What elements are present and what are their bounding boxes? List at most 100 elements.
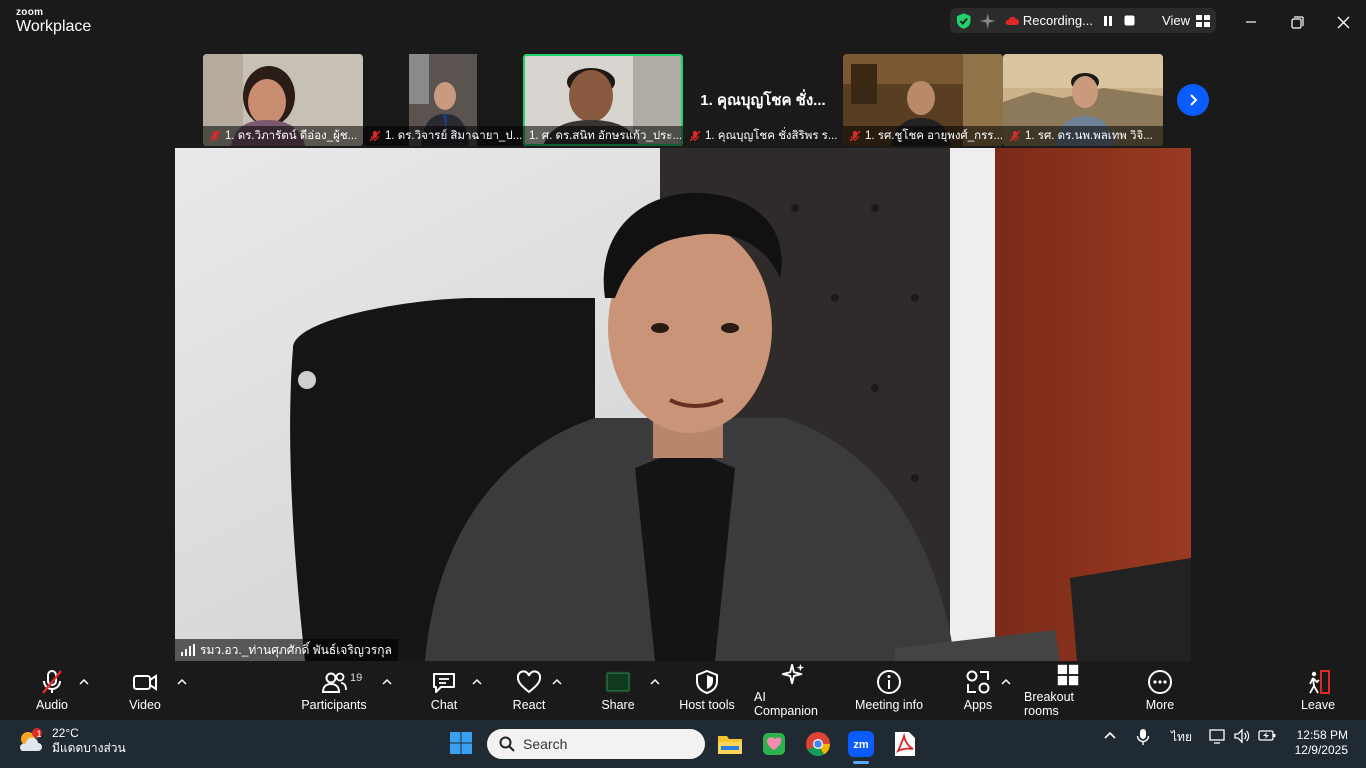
tray-battery[interactable] [1258, 728, 1276, 742]
thumbnail-label: 1. ดร.วิจารย์ สิมาฉายา_ป... [363, 126, 523, 146]
minimize-icon [1246, 21, 1256, 23]
taskbar-photos-app[interactable] [759, 729, 789, 759]
close-button[interactable] [1331, 10, 1355, 34]
participants-options-caret-icon[interactable] [381, 676, 393, 688]
participants-icon [321, 672, 347, 693]
active-app-indicator [853, 761, 869, 764]
apps-options-caret-icon[interactable] [1000, 676, 1012, 688]
thumbnail-label: 1. ศ. ดร.สนิท อักษรแก้ว_ประ... [523, 126, 683, 146]
audio-options-caret-icon[interactable] [78, 676, 90, 688]
thumbnail-label: 1. รศ. ดร.นพ.พลเทพ วิจิ... [1003, 126, 1163, 146]
react-options-caret-icon[interactable] [551, 676, 563, 688]
battery-charging-icon [1258, 730, 1276, 741]
participant-thumbnail[interactable]: 1. รศ. ดร.นพ.พลเทพ วิจิ... [1003, 54, 1163, 146]
taskbar-file-explorer[interactable] [715, 729, 745, 759]
chat-bubble-icon [433, 673, 455, 693]
ai-sparkle-icon[interactable] [979, 12, 996, 30]
tray-network[interactable] [1209, 728, 1227, 744]
thumbnail-label: 1. คุณบุญโชค ชั่งสิริพร ร... [683, 126, 843, 146]
pause-recording-icon[interactable] [1101, 14, 1115, 28]
search-icon [499, 736, 515, 752]
start-button[interactable] [449, 731, 473, 760]
share-options-caret-icon[interactable] [649, 676, 661, 688]
thumbnail-label: 1. ดร.วิภารัตน์ ดีอ่อง_ผู้ช... [203, 126, 363, 146]
heart-icon [516, 670, 542, 694]
close-icon [1337, 16, 1349, 28]
video-button[interactable]: Video [124, 662, 166, 718]
mic-muted-icon [1009, 130, 1021, 142]
recording-label: Recording... [1022, 13, 1093, 28]
tray-volume[interactable] [1234, 728, 1250, 744]
taskbar-search-box[interactable]: Search [487, 729, 705, 759]
meeting-info-button[interactable]: Meeting info [853, 662, 925, 718]
participant-name: 1. คุณบุญโชค ชั่งสิริพร ร... [705, 130, 838, 142]
video-camera-icon [133, 674, 157, 691]
encryption-shield-icon[interactable] [956, 12, 971, 30]
restore-button[interactable] [1285, 10, 1309, 34]
apps-button[interactable]: Apps [960, 662, 996, 718]
host-tools-label: Host tools [679, 698, 735, 712]
next-page-button[interactable] [1177, 84, 1209, 116]
brand-small: zoom [16, 7, 44, 18]
ai-companion-button[interactable]: AI Companion [754, 662, 832, 718]
participant-thumbnail[interactable]: 1. รศ.ชูโชค อายุพงศ์_กรร... [843, 54, 1003, 146]
participant-name: 1. ศ. ดร.สนิท อักษรแก้ว_ประ... [529, 130, 683, 142]
pdf-document-icon [895, 732, 915, 756]
chat-options-caret-icon[interactable] [471, 676, 483, 688]
host-tools-button[interactable]: Host tools [678, 662, 736, 718]
weather-widget[interactable]: 22°C มีแดดบางส่วน [16, 726, 126, 756]
chrome-browser-icon [806, 732, 830, 757]
tray-overflow-chevron[interactable] [1103, 728, 1117, 742]
active-speaker-video[interactable]: รมว.อว._ท่านศุภศักดิ์ พันธ์เจริญวรกุล [175, 148, 1191, 661]
weather-notification-badge: 1 [36, 729, 42, 739]
breakout-rooms-button[interactable]: Breakout rooms [1024, 662, 1112, 718]
chevron-right-icon [1190, 94, 1198, 106]
taskbar-chrome[interactable] [803, 729, 833, 759]
mic-muted-icon [849, 130, 861, 142]
participants-count: 19 [350, 672, 363, 684]
taskbar-pdf-reader[interactable] [890, 729, 920, 759]
leave-button[interactable]: Leave [1300, 662, 1336, 718]
connection-signal-icon [181, 644, 195, 656]
mic-muted-icon [369, 130, 381, 142]
video-options-caret-icon[interactable] [176, 676, 188, 688]
language-indicator[interactable]: ไทย [1171, 728, 1192, 747]
minimize-button[interactable] [1239, 10, 1263, 34]
share-button[interactable]: Share [600, 662, 636, 718]
clock-time: 12:58 PM [1296, 728, 1348, 742]
folder-icon [718, 736, 742, 754]
speaker-video-frame [175, 148, 1191, 661]
title-bar: zoom Workplace Recording... View [0, 0, 1366, 44]
search-placeholder: Search [523, 736, 568, 752]
leave-label: Leave [1300, 698, 1336, 712]
speaker-name: รมว.อว._ท่านศุภศักดิ์ พันธ์เจริญวรกุล [200, 642, 392, 657]
more-button[interactable]: More [1142, 662, 1178, 718]
participant-thumbnail-active[interactable]: 1. ศ. ดร.สนิท อักษรแก้ว_ประ... [523, 54, 683, 146]
speaker-volume-icon [1234, 728, 1250, 744]
apps-icon [966, 670, 990, 694]
grid-view-icon [1195, 14, 1210, 27]
info-icon [877, 670, 901, 694]
audio-button[interactable]: Audio [32, 662, 72, 718]
chat-button[interactable]: Chat [426, 662, 462, 718]
react-label: React [512, 698, 546, 712]
taskbar-clock[interactable]: 12:58 PM 12/9/2025 [1282, 728, 1348, 758]
participants-button[interactable]: Participants [300, 662, 368, 718]
view-button[interactable]: View [1162, 13, 1210, 28]
network-display-icon [1209, 729, 1225, 744]
zoom-app-icon: zm [848, 731, 874, 757]
participant-center-name: 1. คุณบุญโชค ชั่ง... [700, 92, 826, 109]
participant-thumbnail[interactable]: 1. คุณบุญโชค ชั่ง... 1. คุณบุญโชค ชั่งสิ… [683, 54, 843, 146]
brand-product: Workplace [16, 18, 92, 35]
participant-thumbnail[interactable]: 1. ดร.วิจารย์ สิมาฉายา_ป... [363, 54, 523, 146]
stop-recording-icon[interactable] [1123, 14, 1137, 28]
recording-status[interactable]: Recording... [1005, 13, 1093, 28]
mic-muted-icon [209, 130, 221, 142]
taskbar-zoom-active[interactable]: zm [846, 729, 876, 759]
host-shield-icon [696, 669, 718, 695]
react-button[interactable]: React [510, 662, 548, 718]
thumbnail-label: 1. รศ.ชูโชค อายุพงศ์_กรร... [843, 126, 1003, 146]
participant-name: 1. รศ. ดร.นพ.พลเทพ วิจิ... [1025, 130, 1153, 142]
participant-thumbnail[interactable]: 1. ดร.วิภารัตน์ ดีอ่อง_ผู้ช... [203, 54, 363, 146]
tray-microphone[interactable] [1136, 728, 1150, 746]
